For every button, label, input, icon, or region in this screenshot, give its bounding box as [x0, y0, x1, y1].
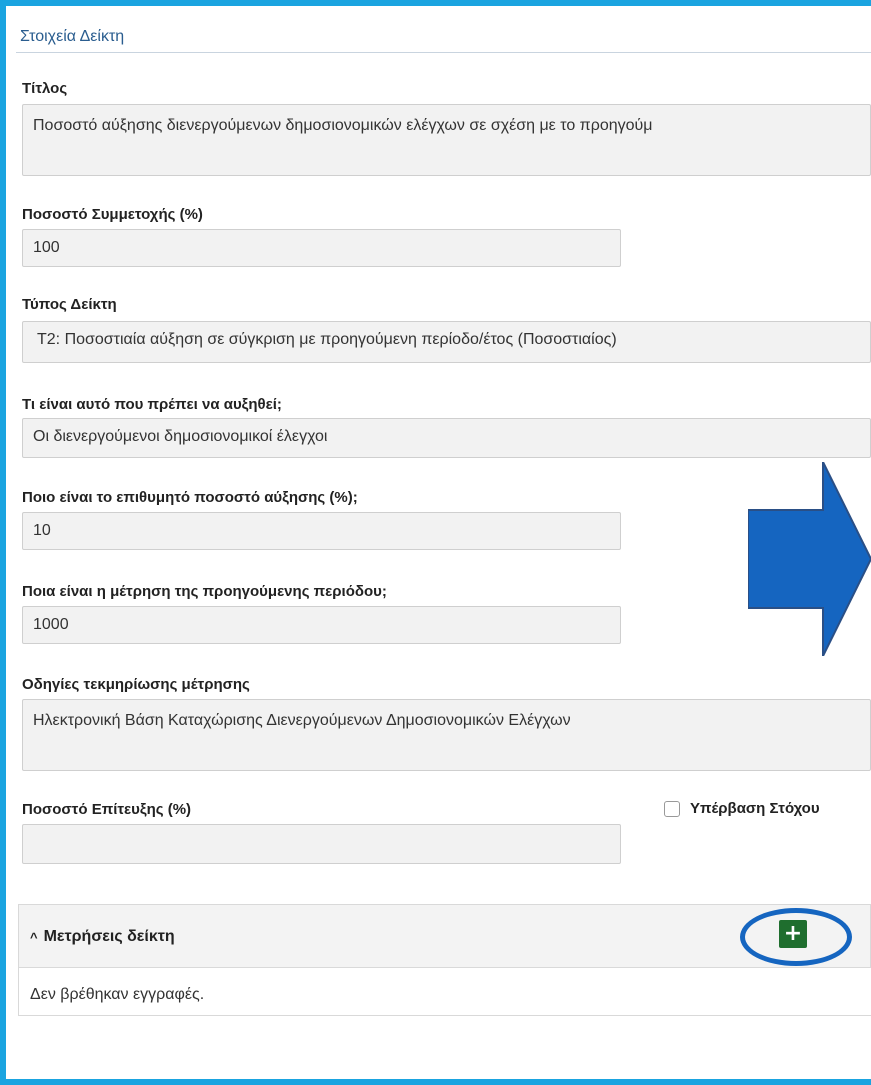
chevron-up-icon: ^: [30, 929, 38, 945]
section-title: Στοιχεία Δείκτη: [20, 28, 125, 45]
indicator-type-select[interactable]: T2: Ποσοστιαία αύξηση σε σύγκριση με προ…: [22, 321, 871, 363]
indicator-type-label: Τύπος Δείκτη: [22, 296, 117, 313]
section-divider: [16, 52, 871, 53]
documentation-field[interactable]: Ηλεκτρονική Βάση Καταχώρισης Διενεργούμε…: [22, 699, 871, 771]
what-increase-field[interactable]: Οι διενεργούμενοι δημοσιονομικοί έλεγχοι: [22, 418, 871, 458]
empty-records-text: Δεν βρέθηκαν εγγραφές.: [30, 986, 205, 1003]
previous-measurement-label: Ποια είναι η μέτρηση της προηγούμενης πε…: [22, 583, 387, 600]
achievement-label: Ποσοστό Επίτευξης (%): [22, 801, 192, 818]
annotation-arrow-icon: [748, 462, 871, 656]
target-exceeded-checkbox[interactable]: [664, 800, 680, 817]
previous-measurement-field[interactable]: 1000: [22, 606, 621, 644]
target-exceeded-checkbox-group[interactable]: Υπέρβαση Στόχου: [664, 800, 820, 817]
participation-label: Ποσοστό Συμμετοχής (%): [22, 206, 203, 223]
what-increase-label: Τι είναι αυτό που πρέπει να αυξηθεί;: [22, 396, 282, 413]
title-field[interactable]: Ποσοστό αύξησης διενεργούμενων δημοσιονο…: [22, 104, 871, 176]
target-increase-label: Ποιο είναι το επιθυμητό ποσοστό αύξησης …: [22, 489, 358, 506]
measurements-title: Μετρήσεις δείκτη: [43, 928, 175, 945]
documentation-label: Οδηγίες τεκμηρίωσης μέτρησης: [22, 676, 250, 693]
target-increase-field[interactable]: 10: [22, 512, 621, 550]
title-label: Τίτλος: [22, 80, 68, 97]
measurements-panel-title[interactable]: ^ Μετρήσεις δείκτη: [30, 928, 175, 946]
highlight-circle: [740, 908, 852, 966]
achievement-field[interactable]: [22, 824, 621, 864]
target-exceeded-label: Υπέρβαση Στόχου: [690, 800, 820, 817]
participation-field[interactable]: 100: [22, 229, 621, 267]
